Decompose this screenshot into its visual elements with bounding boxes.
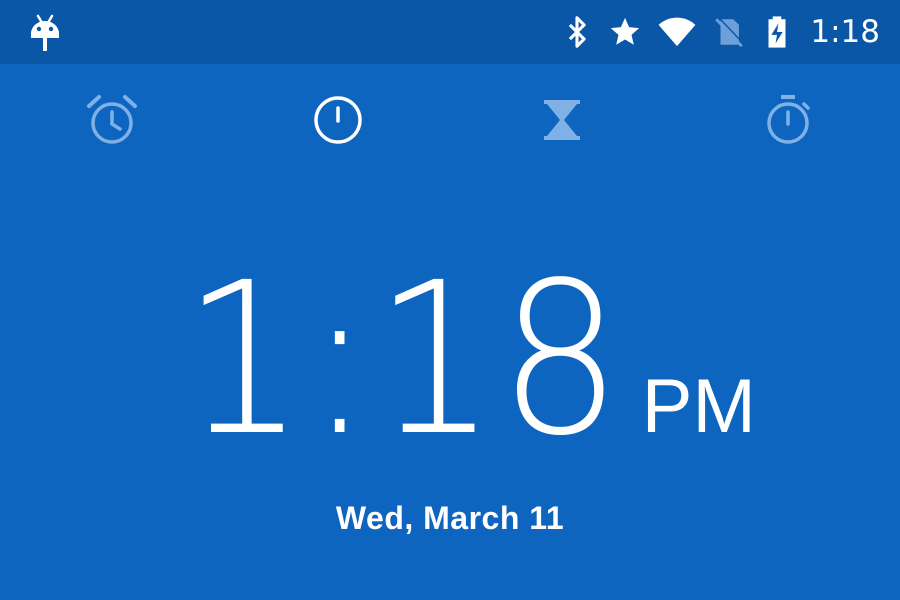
bluetooth-icon xyxy=(560,15,594,49)
no-sim-icon xyxy=(712,15,746,49)
android-debug-icon xyxy=(28,14,62,52)
clock-time: 1:18 xyxy=(182,237,624,482)
clock-date: Wed, March 11 xyxy=(335,500,565,536)
clock-icon xyxy=(314,96,362,144)
tab-timer[interactable] xyxy=(534,92,590,148)
wifi-icon xyxy=(656,15,698,49)
stopwatch-icon xyxy=(767,95,810,144)
clock-ampm: PM xyxy=(641,364,756,449)
battery-charging-icon xyxy=(760,15,794,49)
digital-clock: 1:18 PM xyxy=(0,255,900,465)
tab-alarm[interactable] xyxy=(84,92,140,148)
tab-bar xyxy=(0,64,900,184)
status-bar-time: 1:18 xyxy=(810,14,880,50)
alarm-clock-icon xyxy=(87,95,137,144)
hourglass-icon xyxy=(544,100,580,140)
tab-clock[interactable] xyxy=(310,92,366,148)
clock-screen: 1:18 1:18 PM Wed, March 11 xyxy=(0,0,900,600)
status-icons: 1:18 xyxy=(546,0,880,64)
star-icon xyxy=(608,15,642,49)
tab-stopwatch[interactable] xyxy=(760,92,816,148)
status-bar: 1:18 xyxy=(0,0,900,64)
